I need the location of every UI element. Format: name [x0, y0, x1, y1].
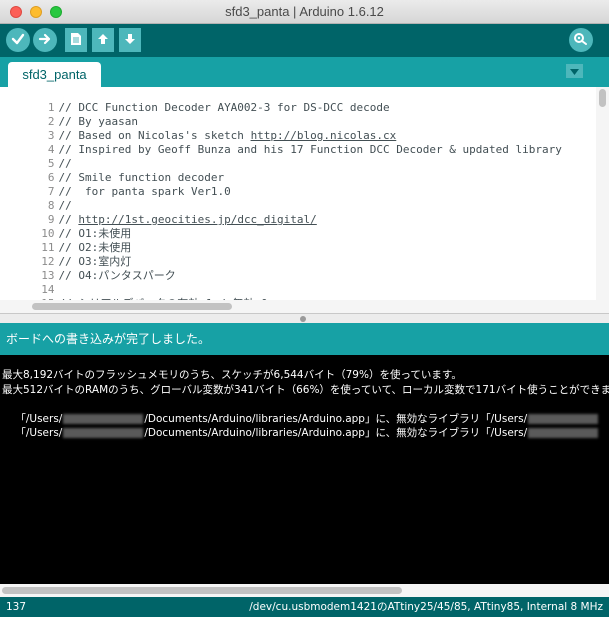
code-line: 15// シリアルデバックの有効:1 / 無効:0: [0, 283, 595, 310]
redacted-username: [528, 428, 599, 438]
divider-grip-icon[interactable]: [300, 316, 306, 322]
tab-menu-button[interactable]: [566, 64, 583, 78]
tab-bar: sfd3_panta: [0, 57, 609, 87]
line-number: 137: [6, 601, 27, 613]
editor-vertical-scrollbar[interactable]: [596, 87, 609, 313]
code-line: 9// http://1st.geocities.jp/dcc_digital/: [47, 213, 317, 226]
console-output[interactable]: 最大8,192バイトのフラッシュメモリのうち、スケッチが6,544バイト（79%…: [0, 355, 609, 584]
code-editor[interactable]: 1// DCC Function Decoder AYA002-3 for DS…: [0, 87, 609, 313]
code-line: 5//: [47, 157, 72, 170]
title-bar: sfd3_panta | Arduino 1.6.12: [0, 0, 609, 24]
arrow-up-icon: [96, 32, 110, 49]
console-horizontal-scroll-thumb[interactable]: [2, 587, 402, 594]
serial-monitor-button[interactable]: [569, 28, 593, 52]
code-line: 4// Inspired by Geoff Bunza and his 17 F…: [47, 143, 562, 156]
code-line: 14: [41, 283, 55, 296]
footer-status-bar: 137 /dev/cu.usbmodem1421のATtiny25/45/85,…: [0, 597, 609, 617]
file-icon: [70, 32, 82, 49]
console-line: 最大8,192バイトのフラッシュメモリのうち、スケッチが6,544バイト（79%…: [2, 369, 462, 381]
pane-divider[interactable]: [0, 313, 609, 323]
console-line: 「/Users//Documents/Arduino/libraries/Ard…: [2, 398, 599, 425]
code-line: 6// Smile function decoder: [47, 171, 225, 184]
open-sketch-button[interactable]: [92, 28, 114, 52]
triangle-down-icon: [570, 64, 579, 78]
save-sketch-button[interactable]: [119, 28, 141, 52]
arrow-right-icon: [38, 32, 52, 49]
code-line: 8//: [47, 199, 72, 212]
arrow-down-icon: [123, 32, 137, 49]
redacted-username: [63, 428, 144, 438]
console-line: 「/Users//Documents/Arduino/libraries/Ard…: [2, 412, 599, 439]
toolbar: [0, 24, 609, 57]
code-line: 2// By yaasan: [47, 115, 138, 128]
status-message: ボードへの書き込みが完了しました。: [0, 323, 609, 355]
window-title: sfd3_panta | Arduino 1.6.12: [225, 4, 384, 19]
magnifier-icon: [573, 32, 589, 49]
code-line: 11// O2:未使用: [41, 241, 132, 254]
editor-horizontal-scrollbar[interactable]: [0, 300, 596, 313]
code-line: 10// O1:未使用: [41, 227, 132, 240]
verify-button[interactable]: [6, 28, 30, 52]
upload-button[interactable]: [33, 28, 57, 52]
code-line: 1// DCC Function Decoder AYA002-3 for DS…: [47, 101, 390, 114]
check-icon: [11, 32, 25, 49]
code-line: 3// Based on Nicolas's sketch http://blo…: [47, 129, 397, 142]
code-line: 12// O3:室内灯: [41, 255, 132, 268]
new-sketch-button[interactable]: [65, 28, 87, 52]
tab-sketch[interactable]: sfd3_panta: [8, 62, 101, 87]
code-line: 13// O4:パンタスパーク: [41, 269, 176, 282]
console-line: 最大512バイトのRAMのうち、グローバル変数が341バイト（66%）を使ってい…: [2, 384, 609, 396]
editor-horizontal-scroll-thumb[interactable]: [32, 303, 232, 310]
console-horizontal-scrollbar[interactable]: [0, 584, 609, 597]
editor-vertical-scroll-thumb[interactable]: [599, 89, 606, 107]
code-line: 7// for panta spark Ver1.0: [47, 185, 231, 198]
board-info: /dev/cu.usbmodem1421のATtiny25/45/85, ATt…: [249, 601, 603, 613]
